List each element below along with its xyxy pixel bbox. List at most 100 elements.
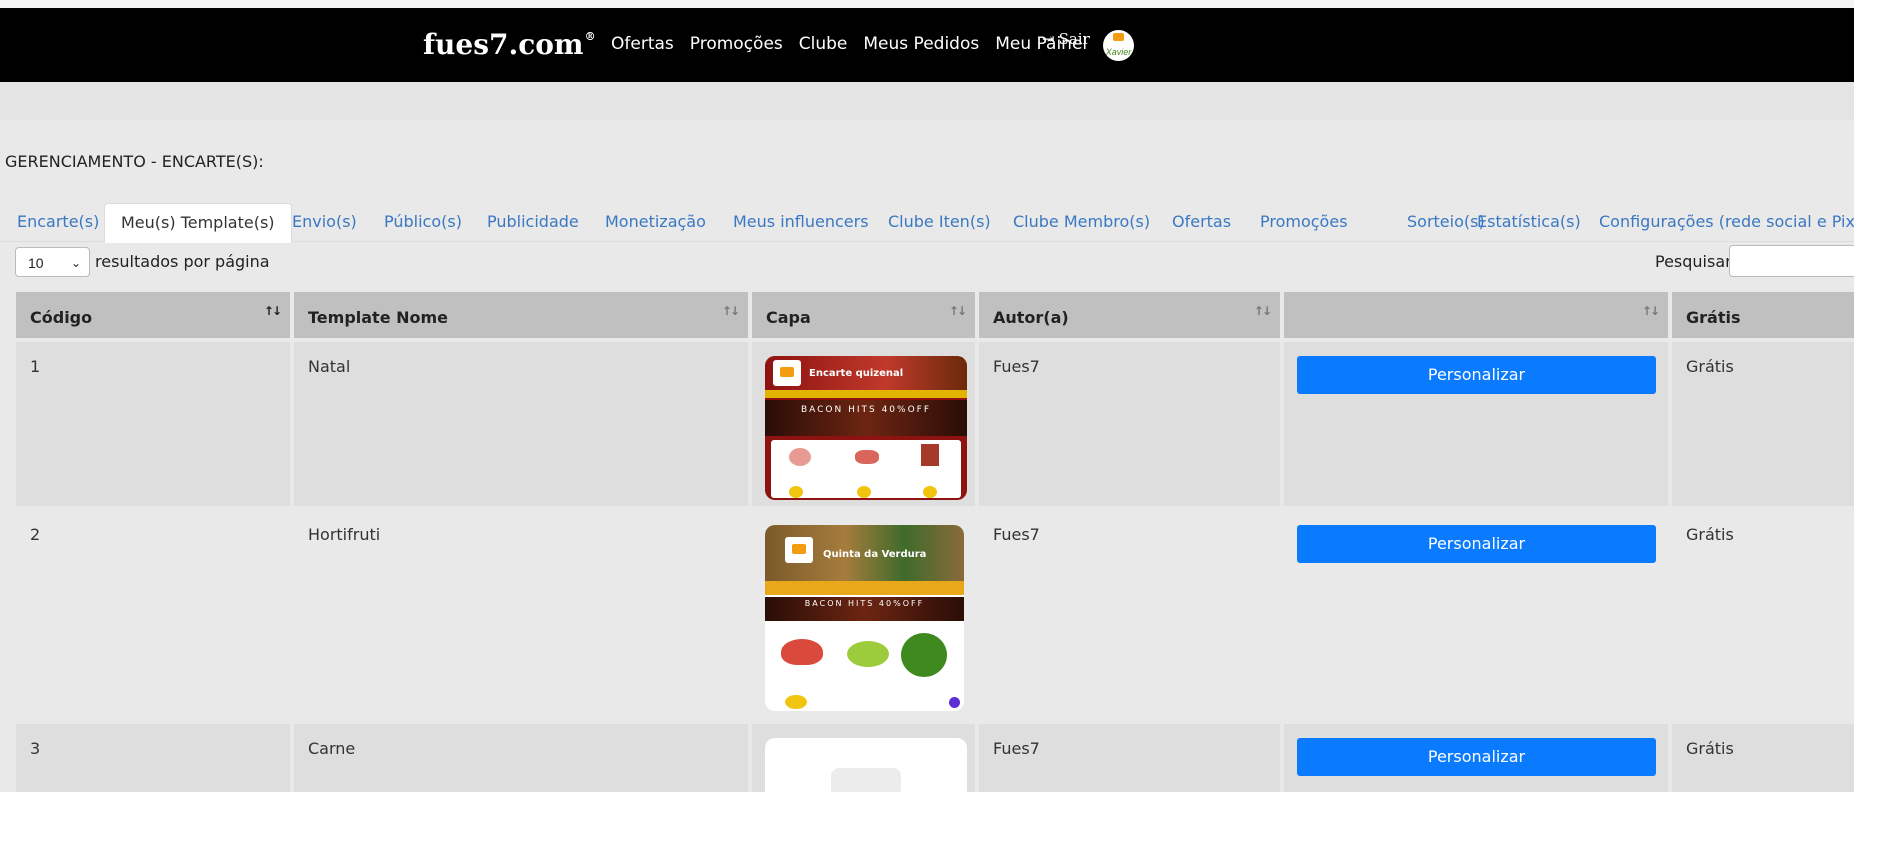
cell-cover: Encarte quizenal BACON HITS 40%OFF [752, 342, 975, 506]
cover-thumbnail-carne[interactable] [765, 738, 967, 792]
col-header-action[interactable]: ↑↓ [1284, 292, 1668, 338]
top-band [0, 82, 1854, 120]
top-strip [0, 0, 1854, 8]
sort-icon: ↑↓ [721, 304, 740, 318]
search-label: Pesquisar [1655, 252, 1732, 271]
nav-ofertas[interactable]: Ofertas [611, 34, 674, 54]
cover-thumbnail-natal[interactable]: Encarte quizenal BACON HITS 40%OFF [765, 356, 967, 500]
nav-promocoes[interactable]: Promoções [690, 34, 783, 54]
nav-clube[interactable]: Clube [799, 34, 848, 54]
col-header-template-nome-label: Template Nome [308, 308, 449, 327]
sort-icon: ↑↓ [948, 304, 967, 318]
col-header-template-nome[interactable]: Template Nome ↑↓ [294, 292, 748, 338]
badge-icon [949, 697, 960, 708]
page-title: GERENCIAMENTO - ENCARTE(S): [5, 152, 264, 171]
cell-name: Natal [294, 342, 748, 506]
avatar[interactable]: Xavier [1103, 30, 1134, 61]
col-header-codigo[interactable]: Código ↑↓ [16, 292, 290, 338]
avatar-text: Xavier [1105, 46, 1132, 57]
brand-name: fues7.com [423, 28, 584, 61]
logout-link[interactable]: ⇥ Sair [1042, 30, 1090, 48]
meat-icon [855, 450, 879, 464]
cover-title: Quinta da Verdura [823, 549, 927, 560]
search-input[interactable] [1729, 245, 1854, 277]
meat-icon [921, 444, 939, 466]
price-tag-icon [785, 695, 807, 709]
logout-label: Sair [1058, 30, 1090, 48]
tab-envios[interactable]: Envio(s) [292, 203, 357, 241]
tab-sorteios[interactable]: Sorteio(s) [1407, 203, 1485, 241]
cell-action: Personalizar [1284, 510, 1668, 720]
price-tag-icon [857, 486, 871, 498]
cart-logo-icon [785, 537, 813, 563]
col-header-codigo-label: Código [30, 308, 93, 327]
col-header-autor[interactable]: Autor(a) ↑↓ [979, 292, 1280, 338]
sign-out-icon: ⇥ [1042, 30, 1055, 48]
page-length-select[interactable]: 10 ⌄ [15, 247, 90, 277]
tab-influencers[interactable]: Meus influencers [733, 203, 869, 241]
cover-title: Encarte quizenal [809, 368, 904, 379]
main-content: GERENCIAMENTO - ENCARTE(S): Encarte(s) M… [0, 82, 1854, 792]
chayote-icon [847, 641, 889, 667]
tab-estatisticas[interactable]: Estatística(s) [1477, 203, 1581, 241]
tab-ofertas[interactable]: Ofertas [1172, 203, 1231, 241]
cell-code: 1 [16, 342, 290, 506]
personalizar-button[interactable]: Personalizar [1297, 356, 1656, 394]
cover-thumbnail-hortifruti[interactable]: Quinta da Verdura BACON HITS 40%OFF [765, 525, 964, 711]
cover-strip [765, 390, 967, 398]
tab-bar: Encarte(s) Meu(s) Template(s) Envio(s) P… [0, 203, 1854, 243]
brand-logo[interactable]: fues7.com® [423, 28, 596, 61]
main-nav: Ofertas Promoções Clube Meus Pedidos Meu… [611, 34, 1103, 54]
tab-configuracoes[interactable]: Configurações (rede social e Pixel) [1599, 203, 1854, 241]
page-length-value: 10 [28, 255, 44, 271]
cell-author: Fues7 [979, 724, 1280, 792]
cell-cover [752, 724, 975, 792]
col-header-capa-label: Capa [766, 308, 811, 327]
tab-meus-templates[interactable]: Meu(s) Template(s) [104, 203, 292, 243]
cell-author: Fues7 [979, 510, 1280, 720]
navbar: fues7.com® Ofertas Promoções Clube Meus … [0, 8, 1854, 82]
nav-meus-pedidos[interactable]: Meus Pedidos [863, 34, 979, 54]
tab-encartes[interactable]: Encarte(s) [17, 203, 99, 241]
cell-action: Personalizar [1284, 342, 1668, 506]
cover-banner: BACON HITS 40%OFF [765, 597, 964, 621]
sort-icon: ↑↓ [1253, 304, 1272, 318]
price-tag-icon [789, 486, 803, 498]
cart-icon [1113, 33, 1124, 41]
col-header-gratis-label: Grátis [1686, 308, 1741, 327]
personalizar-button[interactable]: Personalizar [1297, 525, 1656, 563]
image-placeholder-icon [831, 768, 901, 792]
tab-clube-itens[interactable]: Clube Iten(s) [888, 203, 991, 241]
meat-icon [789, 448, 811, 466]
sort-asc-icon: ↑↓ [263, 304, 282, 318]
cart-logo-icon [773, 360, 801, 386]
tab-publicidade[interactable]: Publicidade [487, 203, 579, 241]
cell-action: Personalizar [1284, 724, 1668, 792]
tab-publicos[interactable]: Público(s) [384, 203, 462, 241]
cell-name: Carne [294, 724, 748, 792]
page-length-label: resultados por página [95, 252, 270, 271]
cell-author: Fues7 [979, 342, 1280, 506]
col-header-capa[interactable]: Capa ↑↓ [752, 292, 975, 338]
cover-products [771, 440, 961, 498]
tab-promocoes[interactable]: Promoções [1260, 203, 1348, 241]
col-header-autor-label: Autor(a) [993, 308, 1069, 327]
cover-strip [765, 581, 964, 595]
cell-cover: Quinta da Verdura BACON HITS 40%OFF [752, 510, 975, 720]
cell-code: 2 [16, 510, 290, 720]
cover-banner: BACON HITS 40%OFF [765, 400, 967, 436]
cell-price: Grátis [1672, 724, 1854, 792]
price-tag-icon [923, 486, 937, 498]
broccoli-icon [901, 633, 947, 677]
cell-price: Grátis [1672, 342, 1854, 506]
tab-clube-membros[interactable]: Clube Membro(s) [1013, 203, 1150, 241]
col-header-gratis[interactable]: Grátis [1672, 292, 1854, 338]
sort-icon: ↑↓ [1641, 304, 1660, 318]
chevron-down-icon: ⌄ [70, 256, 81, 270]
watermelon-icon [781, 639, 823, 665]
tab-monetizacao[interactable]: Monetização [605, 203, 706, 241]
personalizar-button[interactable]: Personalizar [1297, 738, 1656, 776]
cell-code: 3 [16, 724, 290, 792]
cell-name: Hortifruti [294, 510, 748, 720]
cell-price: Grátis [1672, 510, 1854, 720]
